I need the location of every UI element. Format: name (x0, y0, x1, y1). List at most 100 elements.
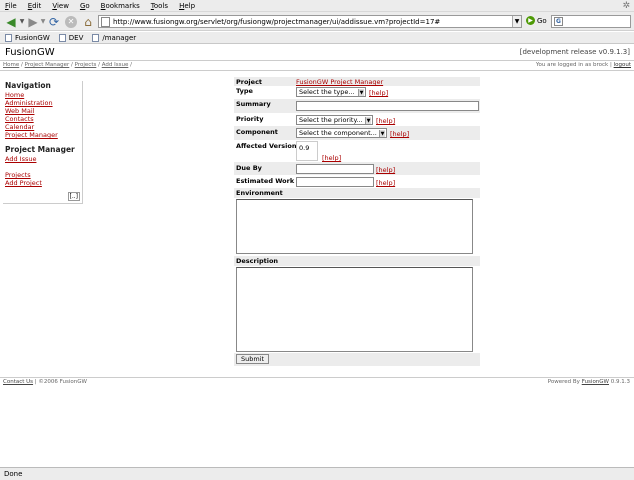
nav-contacts[interactable]: Contacts (5, 115, 34, 123)
row-description (234, 266, 480, 353)
bookmark-page-icon (92, 33, 100, 42)
browser-menubar: File Edit View Go Bookmarks Tools Help ✲ (0, 0, 634, 12)
forward-icon[interactable]: ▶ (26, 14, 40, 29)
row-summary: Summary (234, 99, 480, 113)
expand-button[interactable]: [..] (67, 192, 80, 201)
priority-select[interactable]: Select the priority... ▼ (296, 115, 373, 125)
nav-calendar[interactable]: Calendar (5, 123, 34, 131)
row-due-by: Due By [help] (234, 162, 480, 175)
throbber-icon: ✲ (622, 1, 630, 11)
release-label: [development release v0.9.1.3] (519, 48, 630, 56)
nav-administration[interactable]: Administration (5, 99, 53, 107)
type-label: Type (236, 87, 253, 95)
component-help-link[interactable]: [help] (390, 130, 409, 138)
breadcrumb-add-issue[interactable]: Add Issue (102, 62, 129, 68)
stop-icon[interactable]: ✕ (64, 14, 78, 29)
project-manager-list-2: Projects Add Project (5, 171, 82, 187)
estimated-work-label: Estimated Work (236, 177, 295, 185)
browser-navigation-toolbar: ◀ ▼ ▶ ▼ ⟳ ✕ ⌂ http://www.fusiongw.org/se… (0, 12, 634, 31)
back-icon[interactable]: ◀ (3, 14, 19, 29)
row-affected-version: Affected Version 0.9 [help] (234, 140, 480, 162)
pm-add-project[interactable]: Add Project (5, 179, 42, 187)
breadcrumb: Home / Project Manager / Projects / Add … (0, 61, 634, 71)
project-label: Project (236, 78, 263, 86)
estimated-work-input[interactable] (296, 177, 374, 187)
description-textarea[interactable] (236, 267, 473, 352)
search-engine-icon: G (554, 17, 563, 26)
environment-textarea[interactable] (236, 199, 473, 254)
breadcrumb-project-manager[interactable]: Project Manager (25, 62, 70, 68)
bookmark-page-icon (58, 33, 66, 42)
browser-status-bar: Done (0, 467, 634, 480)
pm-projects[interactable]: Projects (5, 171, 31, 179)
search-input[interactable]: G (551, 15, 631, 28)
due-by-help-link[interactable]: [help] (376, 166, 395, 174)
logout-link[interactable]: logout (614, 62, 631, 68)
affected-version-help-link[interactable]: [help] (322, 154, 341, 162)
affected-version-list[interactable]: 0.9 (296, 141, 318, 161)
forward-dropdown-icon[interactable]: ▼ (40, 14, 46, 29)
bookmarks-toolbar: FusionGW DEV /manager (0, 32, 634, 44)
due-by-input[interactable] (296, 164, 374, 174)
page-footer: Contact Us | ©2006 FusionGW Powered By F… (0, 377, 634, 385)
row-type: Type Select the type... ▼ [help] (234, 86, 480, 99)
submit-button[interactable]: Submit (236, 354, 270, 364)
back-dropdown-icon[interactable]: ▼ (19, 14, 25, 29)
url-bar[interactable]: http://www.fusiongw.org/servlet/org/fusi… (98, 15, 522, 28)
breadcrumb-home[interactable]: Home (3, 62, 19, 68)
contact-us-link[interactable]: Contact Us (3, 379, 33, 385)
bookmark-dev[interactable]: DEV (58, 33, 83, 42)
nav-web-mail[interactable]: Web Mail (5, 107, 34, 115)
summary-label: Summary (236, 100, 271, 108)
navigation-list: Home Administration Web Mail Contacts Ca… (5, 91, 82, 139)
menu-help[interactable]: Help (179, 2, 195, 10)
url-dropdown-icon[interactable]: ▼ (512, 16, 521, 27)
priority-label: Priority (236, 115, 264, 123)
menu-bookmarks[interactable]: Bookmarks (101, 2, 140, 10)
page-icon (101, 16, 110, 27)
component-select[interactable]: Select the component... ▼ (296, 128, 387, 138)
site-header: FusionGW [development release v0.9.1.3] (0, 45, 634, 61)
nav-project-manager[interactable]: Project Manager (5, 131, 58, 139)
go-button[interactable]: ▶ Go (526, 16, 547, 25)
bookmark-fusiongw[interactable]: FusionGW (5, 33, 50, 42)
home-icon[interactable]: ⌂ (81, 14, 95, 29)
row-environment (234, 198, 480, 256)
summary-input[interactable] (296, 101, 479, 111)
bookmark-page-icon (5, 33, 12, 42)
environment-label: Environment (236, 189, 283, 197)
project-manager-list: Add Issue (5, 155, 82, 163)
url-text[interactable]: http://www.fusiongw.org/servlet/org/fusi… (113, 18, 512, 26)
row-priority: Priority Select the priority... ▼ [help] (234, 113, 480, 126)
row-environment-label: Environment (234, 188, 480, 198)
go-arrow-icon: ▶ (526, 16, 535, 25)
pm-add-issue[interactable]: Add Issue (5, 155, 36, 163)
breadcrumb-projects[interactable]: Projects (75, 62, 97, 68)
type-select[interactable]: Select the type... ▼ (296, 87, 366, 97)
status-text: Done (4, 470, 23, 478)
priority-help-link[interactable]: [help] (376, 117, 395, 125)
chevron-down-icon: ▼ (365, 117, 371, 124)
reload-icon[interactable]: ⟳ (47, 14, 61, 29)
menu-file[interactable]: File (5, 2, 17, 10)
project-link[interactable]: FusionGW Project Manager (296, 78, 383, 86)
nav-home[interactable]: Home (5, 91, 24, 99)
row-component: Component Select the component... ▼ [hel… (234, 126, 480, 140)
row-estimated-work: Estimated Work [help] (234, 175, 480, 188)
project-manager-title: Project Manager (5, 145, 75, 154)
navigation-title: Navigation (5, 81, 51, 90)
chevron-down-icon: ▼ (379, 130, 385, 137)
estimated-work-help-link[interactable]: [help] (376, 179, 395, 187)
description-label: Description (236, 257, 279, 265)
bookmark-manager[interactable]: /manager (92, 33, 136, 42)
row-submit: Submit (234, 353, 480, 366)
menu-go[interactable]: Go (80, 2, 90, 10)
row-description-label: Description (234, 256, 480, 266)
powered-by-link[interactable]: FusionGW (582, 379, 609, 385)
type-help-link[interactable]: [help] (369, 89, 388, 97)
menu-tools[interactable]: Tools (151, 2, 168, 10)
row-project: Project FusionGW Project Manager (234, 77, 480, 86)
menu-edit[interactable]: Edit (28, 2, 42, 10)
menu-view[interactable]: View (52, 2, 69, 10)
copyright-text: | ©2006 FusionGW (34, 379, 87, 385)
